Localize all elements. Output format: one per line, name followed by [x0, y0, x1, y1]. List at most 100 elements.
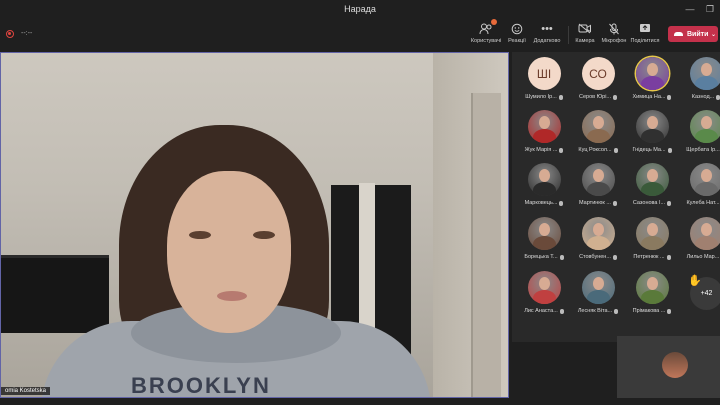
mic-off-icon: [559, 147, 564, 153]
main-video-stage[interactable]: BROOKLYN omia Kostetska: [0, 52, 509, 398]
participant-tile[interactable]: Казнод...: [680, 57, 720, 109]
more-icon: •••: [541, 22, 553, 35]
participant-tile[interactable]: Лильо Мар...: [680, 217, 720, 269]
participant-name: Стовбунен...: [579, 254, 611, 260]
participant-tile[interactable]: ШІ Шумило Ір...: [518, 57, 570, 109]
title-bar: Нарада — ❐: [0, 0, 720, 20]
self-avatar: [662, 352, 688, 378]
participant-name: Мартинюк ...: [579, 200, 611, 206]
participant-tile[interactable]: Гнідець Ма...: [626, 110, 678, 162]
avatar: ШІ: [527, 57, 561, 90]
participant-tile[interactable]: Лис Анаста...: [518, 271, 570, 323]
mic-off-icon: [608, 22, 620, 35]
participant-name: Химица На...: [632, 94, 666, 100]
avatar: [527, 217, 561, 250]
avatar: [689, 217, 720, 250]
mic-off-icon: [613, 147, 618, 153]
avatar: [527, 110, 561, 143]
avatar: [635, 271, 669, 304]
participant-name: Лесняк Віта...: [577, 308, 613, 314]
participant-name: Казнод...: [691, 94, 715, 100]
mic-off-icon: [716, 94, 720, 100]
avatar: [635, 217, 669, 250]
avatar: СО: [581, 57, 615, 90]
mic-off-icon: [667, 308, 672, 314]
participant-tile[interactable]: Мартинюк ...: [572, 163, 624, 215]
participant-name: Серов Юрі...: [578, 94, 612, 100]
participant-tile[interactable]: Лесняк Віта...: [572, 271, 624, 323]
speaker-face: [167, 171, 291, 333]
mic-off-icon: [559, 200, 564, 206]
participant-name: Шумило Ір...: [525, 94, 557, 100]
participant-name: Куц Роксол...: [578, 147, 612, 153]
avatar: [581, 110, 615, 143]
avatar: [635, 110, 669, 143]
mic-off-icon: [666, 254, 671, 260]
share-label: Поділитися: [630, 38, 660, 44]
participant-name: Гнідець Ма...: [632, 147, 666, 153]
more-participants-count: +42: [700, 290, 713, 297]
reactions-label: Реакції: [508, 38, 526, 44]
avatar: [581, 217, 615, 250]
participant-tile[interactable]: СО Серов Юрі...: [572, 57, 624, 109]
mic-off-icon: [613, 94, 618, 100]
speaker-name-tag: omia Kostetska: [1, 387, 51, 395]
participant-tile[interactable]: Марковець...: [518, 163, 570, 215]
mic-off-icon: [667, 200, 672, 206]
mic-off-icon: [612, 254, 617, 260]
hoodie-print: BROOKLYN: [131, 373, 271, 398]
participant-tile[interactable]: Петренюк ...: [626, 217, 678, 269]
avatar: [527, 271, 561, 304]
chevron-down-icon[interactable]: ⌄: [711, 31, 716, 38]
participant-name: Сазонова І...: [632, 200, 666, 206]
mic-off-icon: [614, 308, 619, 314]
avatar: [635, 57, 669, 90]
mic-off-icon: [667, 94, 672, 100]
mic-off-icon: [558, 94, 563, 100]
avatar: [527, 163, 561, 196]
participant-name: Прімакова ...: [632, 308, 666, 314]
participant-name: Борецька Т...: [524, 254, 558, 260]
avatar: [689, 57, 720, 90]
participant-tile[interactable]: Щербата Ір...: [680, 110, 720, 162]
camera-label: Камера: [575, 38, 595, 44]
mic-off-icon: [667, 147, 672, 153]
mic-off-icon: [612, 200, 617, 206]
hangup-icon: [674, 32, 683, 36]
avatar: [635, 163, 669, 196]
camera-off-icon: [578, 22, 592, 35]
participant-tile[interactable]: Жук Марія ...: [518, 110, 570, 162]
mic-off-icon: [559, 308, 564, 314]
mic-off-icon: [559, 254, 564, 260]
share-button[interactable]: Поділитися: [625, 22, 665, 48]
avatar: [689, 110, 720, 143]
avatar: [689, 163, 720, 196]
background-tv: [1, 255, 109, 333]
participant-tile[interactable]: Борецька Т...: [518, 217, 570, 269]
minimize-icon[interactable]: —: [684, 3, 696, 15]
reaction-icon: [511, 22, 523, 35]
recording-icon: [6, 30, 14, 38]
maximize-icon[interactable]: ❐: [704, 3, 716, 15]
participant-name: Щербата Ір...: [686, 147, 720, 153]
mic-label: Мікрофон: [601, 38, 627, 44]
leave-button[interactable]: Вийти ⌄: [668, 26, 718, 42]
participant-tile[interactable]: Стовбунен...: [572, 217, 624, 269]
participant-tile[interactable]: Куц Роксол...: [572, 110, 624, 162]
raised-hand-icon: ✋: [688, 275, 702, 287]
participant-tile[interactable]: Химица На...: [626, 57, 678, 109]
participant-name: Марковець...: [524, 200, 558, 206]
more-button[interactable]: ••• Додатково: [527, 22, 567, 48]
meeting-toolbar: --:-- Користувачі Реакції ••• Додатково …: [0, 19, 720, 50]
leave-label: Вийти: [687, 30, 709, 38]
avatar: [581, 271, 615, 304]
participant-name: Петренюк ...: [633, 254, 665, 260]
participant-tile[interactable]: Сазонова І...: [626, 163, 678, 215]
participant-name: Лис Анаста...: [524, 308, 558, 314]
participant-tile[interactable]: Кулеба Нат...: [680, 163, 720, 215]
participant-tile[interactable]: Прімакова ...: [626, 271, 678, 323]
participant-name: Кулеба Нат...: [686, 200, 720, 206]
participant-name: Лильо Мар...: [686, 254, 720, 260]
share-icon: [639, 22, 651, 35]
people-icon: [479, 19, 497, 35]
